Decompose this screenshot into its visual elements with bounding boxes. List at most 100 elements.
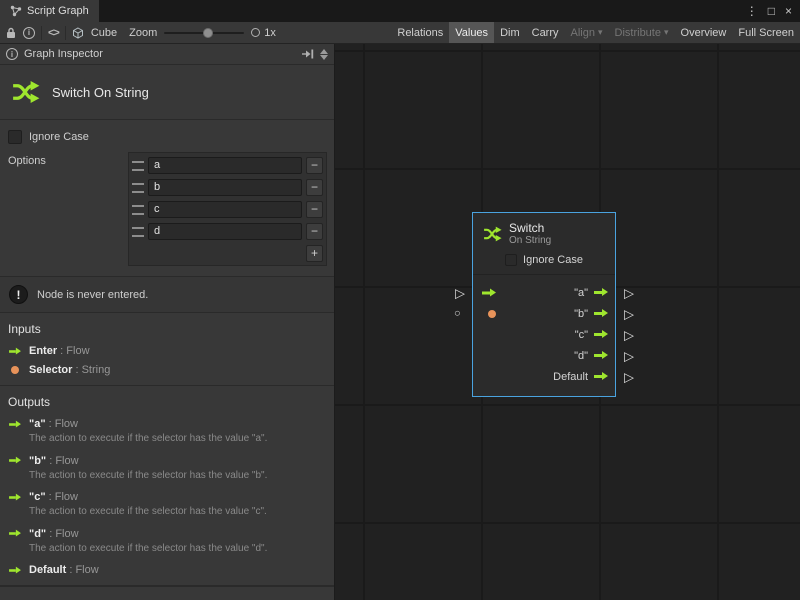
inspector-title: Graph Inspector bbox=[24, 48, 103, 60]
zoom-control: Zoom 1x bbox=[123, 22, 282, 43]
port-description: The action to execute if the selector ha… bbox=[29, 470, 326, 483]
node-output-label: Default bbox=[553, 371, 588, 383]
selector-port[interactable]: ○ bbox=[454, 308, 461, 319]
tab-script-graph[interactable]: Script Graph bbox=[0, 0, 99, 22]
port-type: Flow bbox=[75, 564, 98, 576]
drag-handle-icon[interactable] bbox=[132, 205, 144, 215]
zoom-slider[interactable] bbox=[164, 32, 244, 34]
output-port-row: "c" : Flow bbox=[8, 491, 326, 503]
inspected-node-title: Switch On String bbox=[52, 85, 149, 100]
scroll-up-icon[interactable] bbox=[320, 49, 328, 54]
tab-title: Script Graph bbox=[27, 5, 89, 17]
node-output-label: "c" bbox=[575, 329, 588, 341]
distribute-label: Distribute bbox=[615, 27, 661, 39]
options-label: Options bbox=[8, 152, 128, 167]
lock-icon[interactable] bbox=[6, 27, 16, 39]
warning-text: Node is never entered. bbox=[37, 289, 148, 301]
option-row: − bbox=[131, 220, 324, 242]
drag-handle-icon[interactable] bbox=[132, 161, 144, 171]
option-row: − bbox=[131, 176, 324, 198]
port-name: Selector bbox=[29, 364, 72, 376]
tab-bar: Script Graph ⋮ □ × bbox=[0, 0, 800, 22]
values-button[interactable]: Values bbox=[449, 22, 494, 43]
inspector-header: i Graph Inspector bbox=[0, 44, 334, 65]
add-option-button[interactable]: + bbox=[306, 245, 323, 262]
maximize-icon[interactable]: □ bbox=[768, 5, 775, 17]
relations-button[interactable]: Relations bbox=[391, 22, 449, 43]
options-list: − − − bbox=[128, 152, 327, 266]
remove-option-button[interactable]: − bbox=[306, 223, 323, 240]
node-inspector-title: Switch On String bbox=[0, 65, 334, 120]
port-description: The action to execute if the selector ha… bbox=[29, 506, 326, 519]
flow-arrow-icon bbox=[9, 457, 21, 465]
flow-arrow-icon bbox=[594, 330, 608, 339]
window-menu-icon[interactable]: ⋮ bbox=[746, 5, 758, 17]
warning-banner: ! Node is never entered. bbox=[0, 276, 334, 313]
switch-icon bbox=[10, 77, 40, 107]
overview-button[interactable]: Overview bbox=[675, 22, 733, 43]
output-port-row: "b" : Flow bbox=[8, 455, 326, 467]
option-input[interactable] bbox=[148, 179, 302, 196]
node-port-row: ○ "b" ▷ bbox=[480, 303, 608, 324]
target-selector[interactable]: Cube bbox=[66, 22, 123, 43]
drag-handle-icon[interactable] bbox=[132, 183, 144, 193]
port-separator: : bbox=[46, 418, 55, 430]
output-port-d[interactable]: ▷ bbox=[624, 349, 634, 362]
align-button[interactable]: Align ▾ bbox=[565, 22, 609, 43]
window-controls: ⋮ □ × bbox=[746, 0, 800, 22]
info-icon[interactable]: i bbox=[23, 27, 35, 39]
port-separator: : bbox=[46, 528, 55, 540]
dock-panel-icon[interactable] bbox=[301, 49, 314, 59]
port-type: Flow bbox=[55, 491, 78, 503]
dim-button[interactable]: Dim bbox=[494, 22, 526, 43]
flow-arrow-icon bbox=[482, 288, 496, 297]
option-input[interactable] bbox=[148, 201, 302, 218]
switch-node[interactable]: Switch On String Ignore Case ▷ "a" ▷ bbox=[472, 212, 616, 397]
port-type: Flow bbox=[55, 418, 78, 430]
zoom-label: Zoom bbox=[129, 27, 157, 39]
drag-handle-icon[interactable] bbox=[132, 227, 144, 237]
output-port-a[interactable]: ▷ bbox=[624, 286, 634, 299]
remove-option-button[interactable]: − bbox=[306, 157, 323, 174]
zoom-slider-handle[interactable] bbox=[203, 28, 213, 38]
zoom-reset-icon bbox=[251, 28, 260, 37]
toolbar-buttons: Relations Values Dim Carry Align ▾ Distr… bbox=[391, 22, 800, 43]
ignore-case-checkbox[interactable] bbox=[505, 254, 517, 266]
zoom-reset-button[interactable]: 1x bbox=[251, 27, 276, 39]
ignore-case-label: Ignore Case bbox=[523, 254, 583, 266]
close-icon[interactable]: × bbox=[785, 5, 792, 17]
output-port-c[interactable]: ▷ bbox=[624, 328, 634, 341]
flow-arrow-icon bbox=[9, 530, 21, 538]
scroll-down-icon[interactable] bbox=[320, 55, 328, 60]
outputs-section: Outputs "a" : Flow The action to execute… bbox=[0, 386, 334, 586]
full-screen-button[interactable]: Full Screen bbox=[732, 22, 800, 43]
output-port-b[interactable]: ▷ bbox=[624, 307, 634, 320]
port-separator: : bbox=[46, 455, 55, 467]
output-port-default[interactable]: ▷ bbox=[624, 370, 634, 383]
node-port-row: Default ▷ bbox=[480, 366, 608, 387]
port-name: "a" bbox=[29, 418, 46, 430]
output-port-row: "a" : Flow bbox=[8, 418, 326, 430]
node-ports: ▷ "a" ▷ ○ "b" ▷ "c" bbox=[473, 275, 615, 396]
distribute-button[interactable]: Distribute ▾ bbox=[609, 22, 675, 43]
node-settings: Ignore Case Options − − bbox=[0, 120, 334, 272]
info-icon: i bbox=[6, 48, 18, 60]
port-separator: : bbox=[57, 345, 66, 357]
flow-arrow-icon bbox=[594, 351, 608, 360]
graph-canvas[interactable]: Switch On String Ignore Case ▷ "a" ▷ bbox=[335, 44, 800, 600]
remove-option-button[interactable]: − bbox=[306, 201, 323, 218]
option-input[interactable] bbox=[148, 157, 302, 174]
port-separator: : bbox=[72, 364, 81, 376]
ignore-case-checkbox[interactable] bbox=[8, 130, 22, 144]
input-port-row: Selector : String bbox=[8, 364, 326, 376]
carry-button[interactable]: Carry bbox=[526, 22, 565, 43]
panel-scroll-arrows[interactable] bbox=[320, 49, 328, 60]
option-input[interactable] bbox=[148, 223, 302, 240]
code-view-icon[interactable]: <> bbox=[48, 27, 59, 39]
value-port-icon bbox=[11, 366, 19, 374]
remove-option-button[interactable]: − bbox=[306, 179, 323, 196]
enter-port[interactable]: ▷ bbox=[455, 286, 465, 299]
port-name: Enter bbox=[29, 345, 57, 357]
node-header[interactable]: Switch On String bbox=[473, 213, 615, 251]
option-row: − bbox=[131, 198, 324, 220]
